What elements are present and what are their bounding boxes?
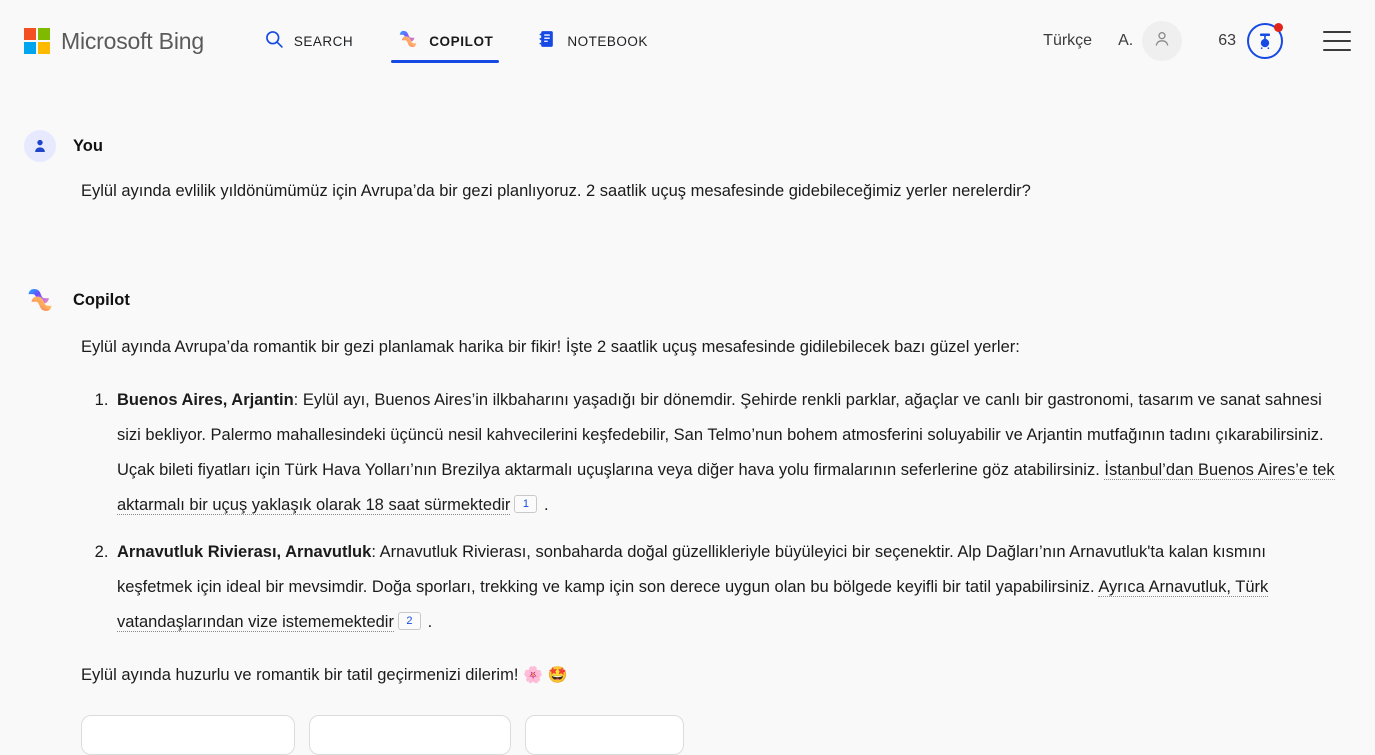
message-user: You Eylül ayında evlilik yıldönümümüz iç… xyxy=(0,130,1375,209)
nav-item-search[interactable]: SEARCH xyxy=(242,0,375,82)
message-user-author: You xyxy=(73,136,103,155)
message-assistant-author: Copilot xyxy=(73,290,130,309)
app-header: Microsoft Bing SEARCH COPILOT NOTEBOOK T… xyxy=(0,0,1375,82)
copilot-avatar-icon xyxy=(24,284,56,316)
assistant-closing-text: Eylül ayında huzurlu ve romantik bir tat… xyxy=(81,666,524,684)
assistant-intro: Eylül ayında Avrupa’da romantik bir gezi… xyxy=(81,338,1020,356)
account-avatar[interactable] xyxy=(1142,21,1183,61)
list-item-lead: Arnavutluk Rivierası, Arnavutluk xyxy=(117,543,372,561)
person-icon xyxy=(1152,29,1172,54)
rewards-count: 63 xyxy=(1218,32,1236,49)
nav-item-notebook-label: NOTEBOOK xyxy=(567,33,648,49)
user-avatar-icon xyxy=(24,130,56,162)
nav-item-notebook[interactable]: NOTEBOOK xyxy=(515,0,670,82)
copilot-icon xyxy=(397,28,419,55)
message-assistant-header: Copilot xyxy=(24,284,1351,316)
brand-name: Microsoft Bing xyxy=(61,27,204,54)
nav-item-copilot-label: COPILOT xyxy=(429,33,494,49)
hamburger-menu-icon[interactable] xyxy=(1323,31,1351,51)
notebook-icon xyxy=(537,29,557,54)
language-selector[interactable]: Türkçe xyxy=(1043,32,1092,50)
flower-emoji: 🌸 xyxy=(523,667,543,684)
assistant-closing: Eylül ayında huzurlu ve romantik bir tat… xyxy=(81,658,1339,693)
suggestion-chip[interactable] xyxy=(309,715,511,755)
suggestion-chip[interactable] xyxy=(81,715,295,755)
main-nav: SEARCH COPILOT NOTEBOOK xyxy=(242,0,670,82)
header-right-cluster: Türkçe A. 63 xyxy=(1043,21,1351,61)
message-user-header: You xyxy=(24,130,1351,162)
nav-item-copilot[interactable]: COPILOT xyxy=(375,0,515,82)
microsoft-logo-icon xyxy=(24,28,50,54)
message-user-text: Eylül ayında evlilik yıldönümümüz için A… xyxy=(81,182,1031,200)
assistant-answer-list: Buenos Aires, Arjantin: Eylül ayı, Bueno… xyxy=(81,383,1339,640)
list-item-separator: : xyxy=(293,391,303,409)
rewards-button[interactable]: 63 xyxy=(1218,23,1283,59)
nav-item-search-label: SEARCH xyxy=(293,33,354,49)
message-assistant: Copilot Eylül ayında Avrupa’da romantik … xyxy=(0,284,1375,693)
list-item-text-after: . xyxy=(422,613,433,631)
list-item: Arnavutluk Rivierası, Arnavutluk: Arnavu… xyxy=(113,535,1339,640)
list-item: Buenos Aires, Arjantin: Eylül ayı, Bueno… xyxy=(113,383,1339,523)
citation-badge[interactable]: 1 xyxy=(514,495,538,513)
list-item-separator: : xyxy=(371,543,380,561)
list-item-text-after: . xyxy=(539,496,549,514)
star-struck-emoji: 🤩 xyxy=(547,667,568,684)
notification-dot xyxy=(1274,23,1283,32)
citation-badge[interactable]: 2 xyxy=(397,612,421,630)
conversation-thread: You Eylül ayında evlilik yıldönümümüz iç… xyxy=(0,130,1375,755)
list-item-lead: Buenos Aires, Arjantin xyxy=(117,391,294,409)
rewards-medal-icon xyxy=(1247,23,1283,59)
suggestion-chip[interactable] xyxy=(525,715,684,755)
suggestion-chips xyxy=(81,715,1375,755)
message-assistant-body: Eylül ayında Avrupa’da romantik bir gezi… xyxy=(81,330,1339,693)
search-icon xyxy=(264,29,284,54)
account-initial: A. xyxy=(1118,32,1134,49)
brand-logo[interactable]: Microsoft Bing xyxy=(24,28,204,55)
